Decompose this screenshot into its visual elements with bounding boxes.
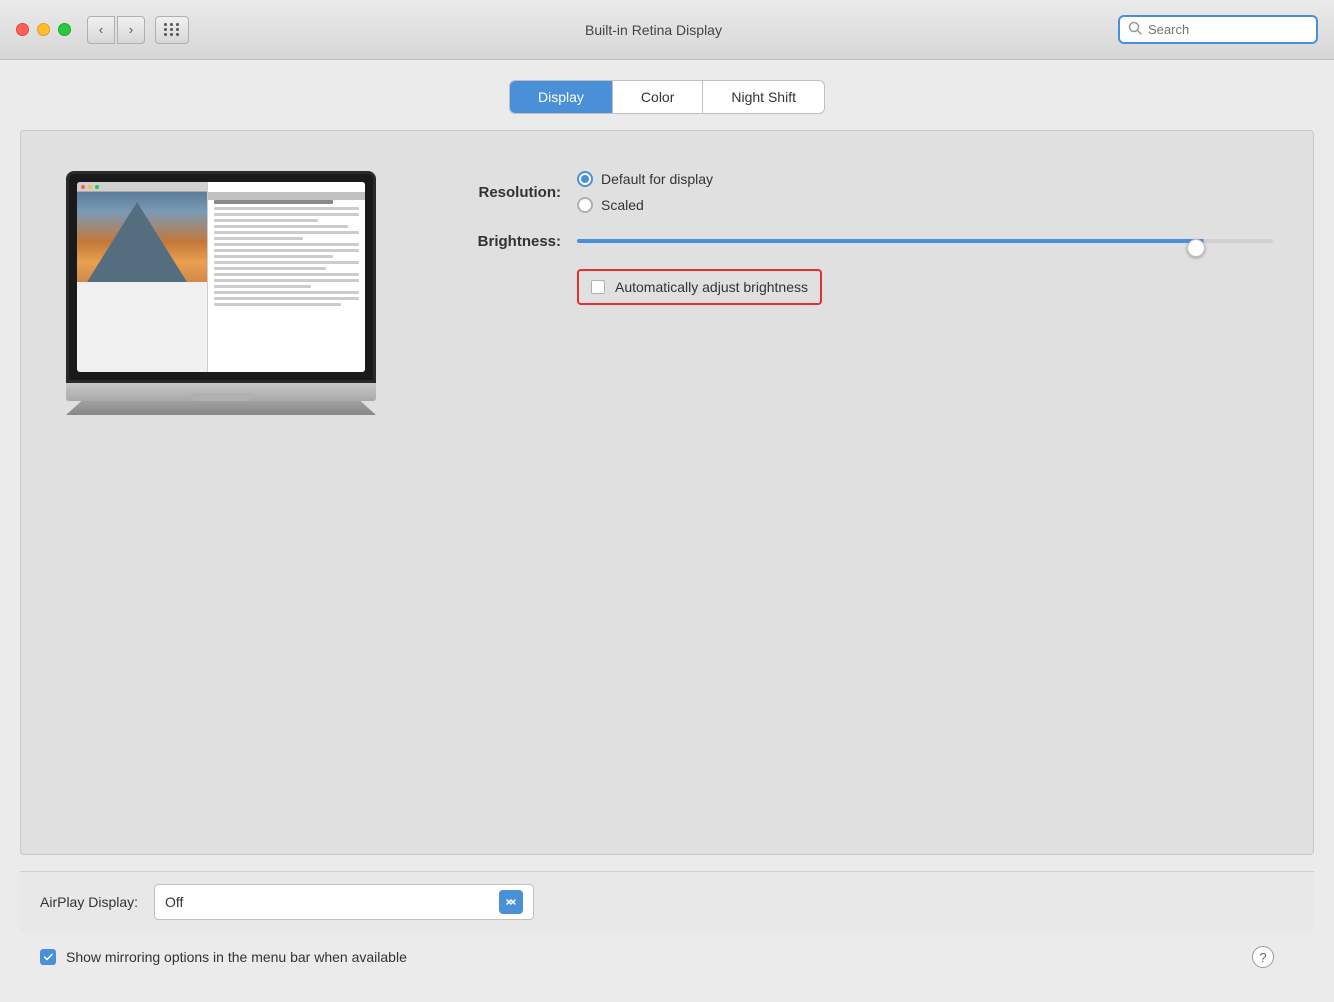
auto-brightness-label: Automatically adjust brightness <box>615 279 808 295</box>
content-panel: Resolution: Default for display Scaled <box>20 130 1314 855</box>
search-bar <box>1118 15 1318 44</box>
brightness-slider[interactable] <box>577 239 1273 243</box>
settings-section: Resolution: Default for display Scaled <box>441 161 1273 305</box>
tab-color[interactable]: Color <box>613 81 703 113</box>
window-title: Built-in Retina Display <box>189 22 1118 38</box>
laptop-stand <box>66 401 376 415</box>
laptop-base <box>66 383 376 401</box>
grid-menu-button[interactable] <box>155 16 189 44</box>
help-button[interactable]: ? <box>1252 946 1274 968</box>
tab-night-shift[interactable]: Night Shift <box>703 81 824 113</box>
laptop-illustration <box>61 171 381 415</box>
resolution-scaled-label: Scaled <box>601 197 644 213</box>
brightness-slider-container <box>577 231 1273 251</box>
airplay-row: AirPlay Display: Off <box>20 871 1314 932</box>
mirror-checkbox[interactable] <box>40 949 56 965</box>
search-icon <box>1128 21 1142 38</box>
titlebar: ‹ › Built-in Retina Display <box>0 0 1334 60</box>
window-controls <box>16 23 71 36</box>
airplay-value: Off <box>165 894 499 910</box>
checkmark-icon <box>43 952 53 962</box>
resolution-default-radio <box>577 171 593 187</box>
airplay-label: AirPlay Display: <box>40 894 138 910</box>
main-content: Display Color Night Shift <box>0 60 1334 1002</box>
laptop-image <box>66 171 376 415</box>
nav-buttons: ‹ › <box>87 16 145 44</box>
mirror-row: Show mirroring options in the menu bar w… <box>20 932 1314 982</box>
auto-brightness-checkbox[interactable] <box>591 280 605 294</box>
tab-bar: Display Color Night Shift <box>20 80 1314 114</box>
close-button[interactable] <box>16 23 29 36</box>
dropdown-arrow-icon <box>499 890 523 914</box>
tab-display[interactable]: Display <box>510 81 613 113</box>
grid-icon <box>164 23 180 36</box>
brightness-row: Brightness: <box>441 231 1273 251</box>
resolution-scaled-option[interactable]: Scaled <box>577 197 713 213</box>
back-button[interactable]: ‹ <box>87 16 115 44</box>
resolution-label: Resolution: <box>441 184 561 201</box>
laptop-screen <box>66 171 376 383</box>
screen-content <box>207 182 365 372</box>
resolution-default-label: Default for display <box>601 171 713 187</box>
forward-button[interactable]: › <box>117 16 145 44</box>
minimize-button[interactable] <box>37 23 50 36</box>
search-input[interactable] <box>1148 22 1308 37</box>
screen-inner <box>77 182 365 372</box>
radio-selected-indicator <box>581 175 589 183</box>
resolution-scaled-radio <box>577 197 593 213</box>
tab-group: Display Color Night Shift <box>509 80 825 114</box>
maximize-button[interactable] <box>58 23 71 36</box>
auto-brightness-row: Automatically adjust brightness <box>577 269 822 305</box>
resolution-default-option[interactable]: Default for display <box>577 171 713 187</box>
resolution-row: Resolution: Default for display Scaled <box>441 171 1273 213</box>
airplay-dropdown[interactable]: Off <box>154 884 534 920</box>
brightness-label: Brightness: <box>441 233 561 250</box>
resolution-radio-group: Default for display Scaled <box>577 171 713 213</box>
mirror-label: Show mirroring options in the menu bar w… <box>66 949 407 965</box>
